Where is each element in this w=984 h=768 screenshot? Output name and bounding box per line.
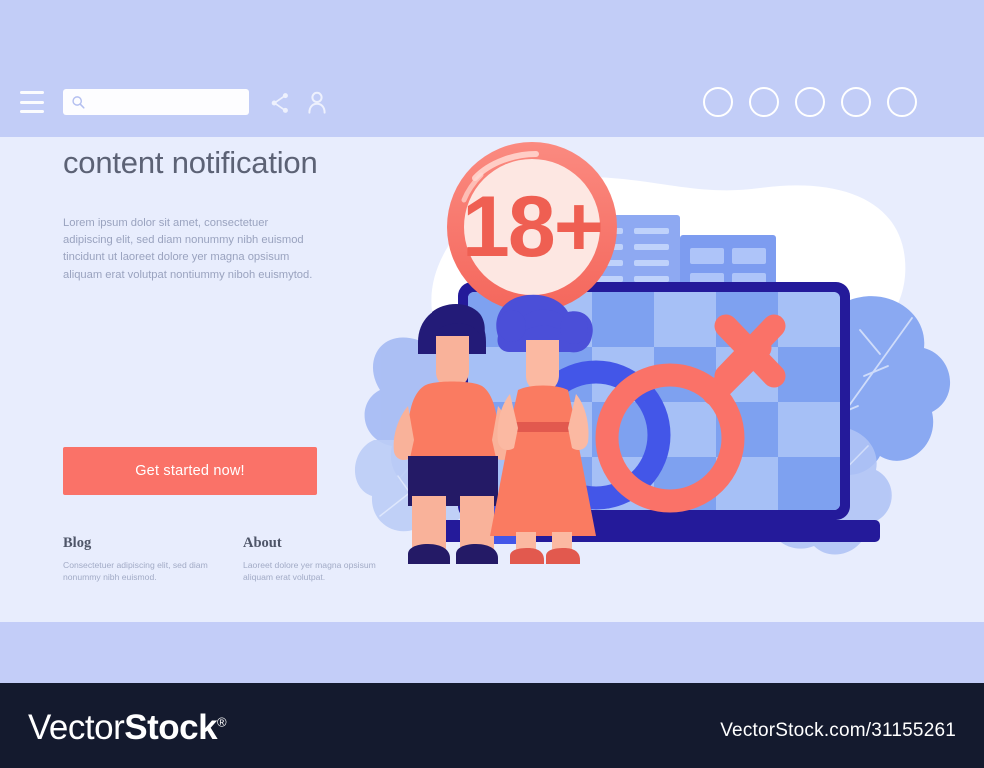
landing-page-screenshot: 18+ content notification Lorem ipsum dol… xyxy=(0,0,984,768)
nav-dot-4[interactable] xyxy=(841,87,871,117)
nav-dot-3[interactable] xyxy=(795,87,825,117)
link-heading-blog[interactable]: Blog xyxy=(63,535,223,552)
site-header xyxy=(0,0,984,137)
logo-vector-text: Vector xyxy=(28,708,125,747)
badge-label: 18+ xyxy=(462,179,602,275)
vectorstock-logo: VectorStock® xyxy=(28,708,227,748)
search-icon xyxy=(72,95,85,109)
hero-illustration: 18+ xyxy=(340,140,980,570)
nav-dot-2[interactable] xyxy=(749,87,779,117)
age-restriction-badge: 18+ xyxy=(447,142,617,312)
link-column-blog: Blog Consectetuer adipiscing elit, sed d… xyxy=(63,535,223,584)
logo-stock-text: Stock xyxy=(124,708,218,747)
hamburger-menu-icon[interactable] xyxy=(20,91,44,113)
link-text-about: Laoreet dolore yer magna opsisum aliquam… xyxy=(243,560,376,583)
link-text-blog: Consectetuer adipiscing elit, sed diam n… xyxy=(63,560,208,583)
share-icon[interactable] xyxy=(270,92,290,114)
footer-link-columns: Blog Consectetuer adipiscing elit, sed d… xyxy=(63,535,403,584)
nav-dot-1[interactable] xyxy=(703,87,733,117)
search-input[interactable] xyxy=(86,96,249,108)
get-started-button[interactable]: Get started now! xyxy=(63,447,317,495)
link-column-about: About Laoreet dolore yer magna opsisum a… xyxy=(223,535,403,584)
hamburger-line xyxy=(20,100,44,104)
header-nav-dots xyxy=(703,87,931,119)
hamburger-line xyxy=(20,91,44,94)
page-title-secondary: content notification xyxy=(63,145,318,180)
registered-trademark-icon: ® xyxy=(217,714,227,730)
search-bar[interactable] xyxy=(63,89,249,115)
vectorstock-url: VectorStock.com/31155261 xyxy=(720,720,956,741)
link-heading-about[interactable]: About xyxy=(243,535,403,552)
hamburger-line xyxy=(20,110,44,113)
bottom-color-band xyxy=(0,622,984,683)
hero-paragraph: Lorem ipsum dolor sit amet, consectetuer… xyxy=(63,216,313,281)
user-account-icon[interactable] xyxy=(307,91,327,114)
nav-dot-5[interactable] xyxy=(887,87,917,117)
girl-character xyxy=(490,294,596,564)
